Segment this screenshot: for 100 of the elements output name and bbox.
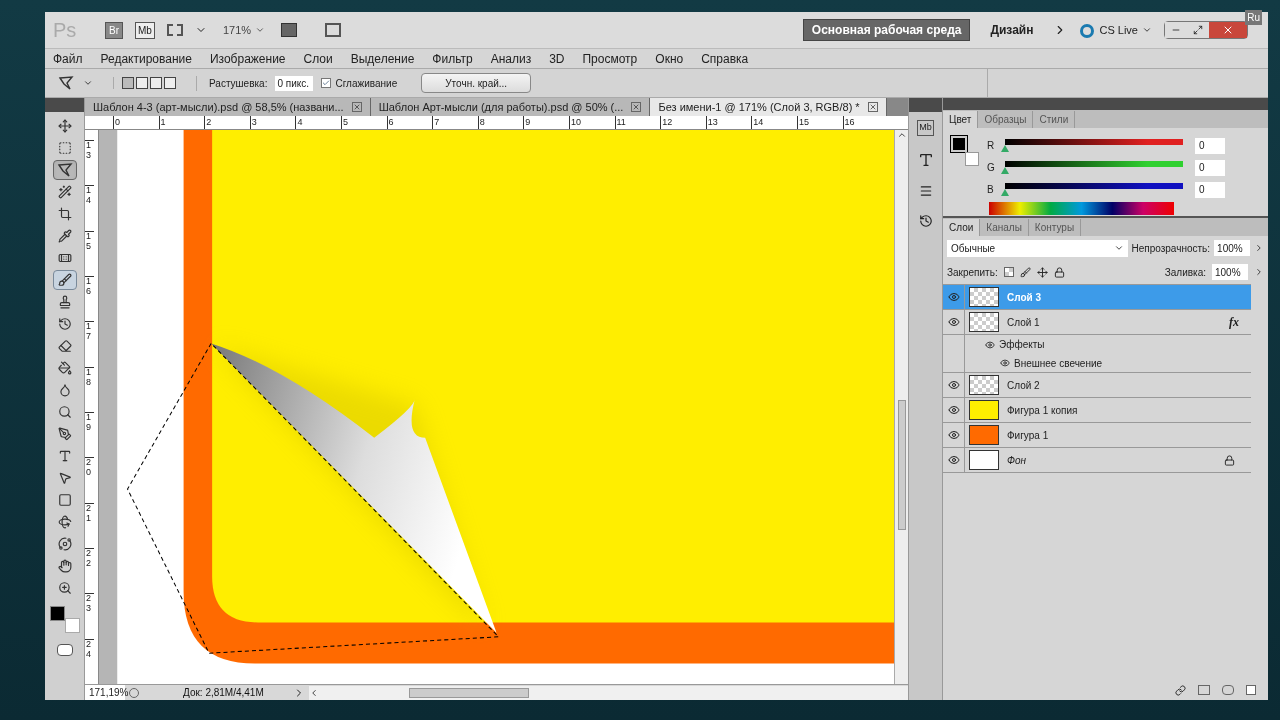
background-color-swatch[interactable] (64, 618, 80, 633)
panel-tab[interactable]: Стили (1033, 111, 1076, 128)
document-tab[interactable]: Шаблон 4-3 (арт-мысли).psd @ 58,5% (названи... (85, 98, 371, 116)
slider-thumb[interactable] (1001, 144, 1009, 152)
close-tab-icon[interactable] (631, 102, 642, 112)
menu-item[interactable]: Окно (655, 49, 684, 68)
mini-bridge-button[interactable]: Mb (135, 21, 155, 39)
visibility-eye-icon[interactable] (947, 316, 960, 328)
menu-item[interactable]: Выделение (350, 49, 415, 68)
visibility-eye-icon[interactable] (947, 429, 960, 441)
channel-label: G (987, 161, 996, 175)
ruler-number: 14 (85, 185, 94, 231)
ruler-number: 13 (85, 140, 94, 186)
selection-mode-icon[interactable] (122, 77, 134, 89)
background-color-swatch[interactable] (965, 152, 979, 166)
document-tab[interactable]: Без имени-1 @ 171% (Слой 3, RGB/8) * (650, 98, 887, 116)
menu-item[interactable]: Справка (701, 49, 749, 68)
mask-icon[interactable] (1222, 685, 1234, 695)
bridge-button[interactable]: Br (105, 21, 123, 39)
fill-input[interactable]: 100% (1212, 264, 1248, 280)
cs-live-icon (1079, 22, 1096, 38)
menu-item[interactable]: Анализ (490, 49, 532, 68)
document-size-text: Док: 2,81M/4,41M (182, 686, 265, 700)
panel-tab[interactable]: Цвет (943, 111, 979, 128)
opacity-input[interactable]: 100% (1214, 240, 1251, 256)
mini-bridge-panel-icon[interactable]: Mb (917, 120, 934, 136)
vertical-scrollbar[interactable] (894, 130, 908, 684)
foreground-color-swatch[interactable] (951, 136, 967, 152)
panel-tab[interactable]: Образцы (978, 111, 1034, 128)
transparent-layer-thumbnail (969, 312, 999, 332)
visibility-eye-icon[interactable] (947, 454, 960, 466)
panel-tab[interactable]: Каналы (980, 219, 1029, 236)
panel-tab[interactable]: Контуры (1028, 219, 1082, 236)
menu-item[interactable]: Файл (53, 49, 83, 68)
scroll-up-icon[interactable] (896, 130, 907, 140)
zoom-level-dropdown[interactable]: 171% (218, 21, 270, 39)
layer-row[interactable]: Фон (943, 448, 1251, 473)
link-layers-icon[interactable] (1175, 684, 1186, 696)
menu-item[interactable]: Просмотр (582, 49, 638, 68)
scrollbar-thumb[interactable] (897, 400, 906, 530)
document-tab[interactable]: Шаблон Арт-мысли (для работы).psd @ 50% (... (370, 98, 651, 116)
layer-row[interactable]: Слой 2 (943, 373, 1251, 398)
ruler-number: 19 (85, 411, 94, 458)
workspace-button[interactable]: Дизайн (982, 19, 1042, 41)
ruler-number: 7 (432, 116, 478, 129)
brush-tool-icon (57, 273, 72, 287)
antialias-checkbox[interactable] (321, 78, 332, 88)
layer-row[interactable]: Слой 1 fx (943, 310, 1251, 335)
cs-live-button[interactable]: CS Live (1099, 21, 1152, 39)
selection-mode-icon[interactable] (164, 77, 176, 89)
history-panel-icon[interactable] (918, 213, 933, 228)
layer-row[interactable]: Фигура 1 копия (943, 398, 1251, 423)
visibility-eye-icon[interactable] (947, 379, 960, 391)
layer-lock-icon (1224, 454, 1235, 466)
panel-tab[interactable]: Слои (943, 219, 981, 236)
layer-row[interactable]: Фигура 1 (943, 423, 1251, 448)
visibility-eye-icon[interactable] (947, 291, 960, 303)
ruler-number: 11 (614, 116, 661, 129)
blend-mode-dropdown[interactable]: Обычные (947, 239, 1128, 257)
menu-item[interactable]: Фильтр (432, 49, 473, 68)
channel-value-input[interactable]: 0 (1195, 137, 1225, 154)
foreground-color-swatch[interactable] (49, 606, 65, 621)
slider-thumb[interactable] (1001, 166, 1009, 174)
ruler-number: 14 (751, 116, 797, 129)
visibility-eye-icon[interactable] (947, 404, 960, 416)
workspace-button[interactable]: Основная рабочая среда (802, 19, 971, 41)
lock-transparency-icon[interactable] (1003, 267, 1014, 277)
ruler-number: 21 (85, 502, 94, 548)
refine-edge-button[interactable]: Уточн. край... (421, 73, 532, 93)
opacity-slider-icon[interactable] (1254, 243, 1264, 253)
lock-position-icon[interactable] (1036, 266, 1048, 278)
close-tab-icon[interactable] (867, 102, 878, 112)
slider-thumb[interactable] (1001, 188, 1009, 196)
tool-button[interactable] (52, 270, 77, 290)
close-tab-icon[interactable] (351, 102, 362, 112)
character-panel-icon[interactable] (917, 151, 934, 168)
effects-badge[interactable]: fx (1229, 313, 1239, 331)
menu-item[interactable]: Изображение (209, 49, 286, 68)
scroll-left-icon[interactable] (309, 687, 319, 698)
menu-item[interactable]: 3D (549, 49, 565, 68)
selection-mode-icon[interactable] (136, 77, 148, 89)
channel-value-input[interactable]: 0 (1195, 181, 1225, 198)
effect-eye-icon[interactable] (1000, 358, 1010, 368)
new-layer-icon[interactable] (1246, 685, 1256, 695)
antialias-label: Сглаживание (335, 76, 398, 91)
paragraph-panel-icon[interactable] (918, 183, 933, 198)
quick-mask-icon[interactable] (56, 644, 73, 656)
scrollbar-thumb[interactable] (409, 687, 529, 698)
color-spectrum-bar[interactable] (989, 202, 1174, 215)
menu-item[interactable]: Редактирование (100, 49, 192, 68)
horizontal-scrollbar[interactable] (309, 685, 908, 700)
lock-pixels-icon[interactable] (1019, 266, 1031, 278)
channel-value-input[interactable]: 0 (1195, 159, 1225, 176)
fill-slider-icon[interactable] (1254, 267, 1264, 277)
effect-eye-icon[interactable] (985, 339, 995, 350)
menu-item[interactable]: Слои (303, 49, 333, 68)
feather-input[interactable]: 0 пикс. (275, 75, 314, 91)
tool-button[interactable] (52, 160, 77, 180)
lock-all-icon[interactable] (1053, 266, 1065, 278)
selection-mode-icon[interactable] (150, 77, 162, 89)
